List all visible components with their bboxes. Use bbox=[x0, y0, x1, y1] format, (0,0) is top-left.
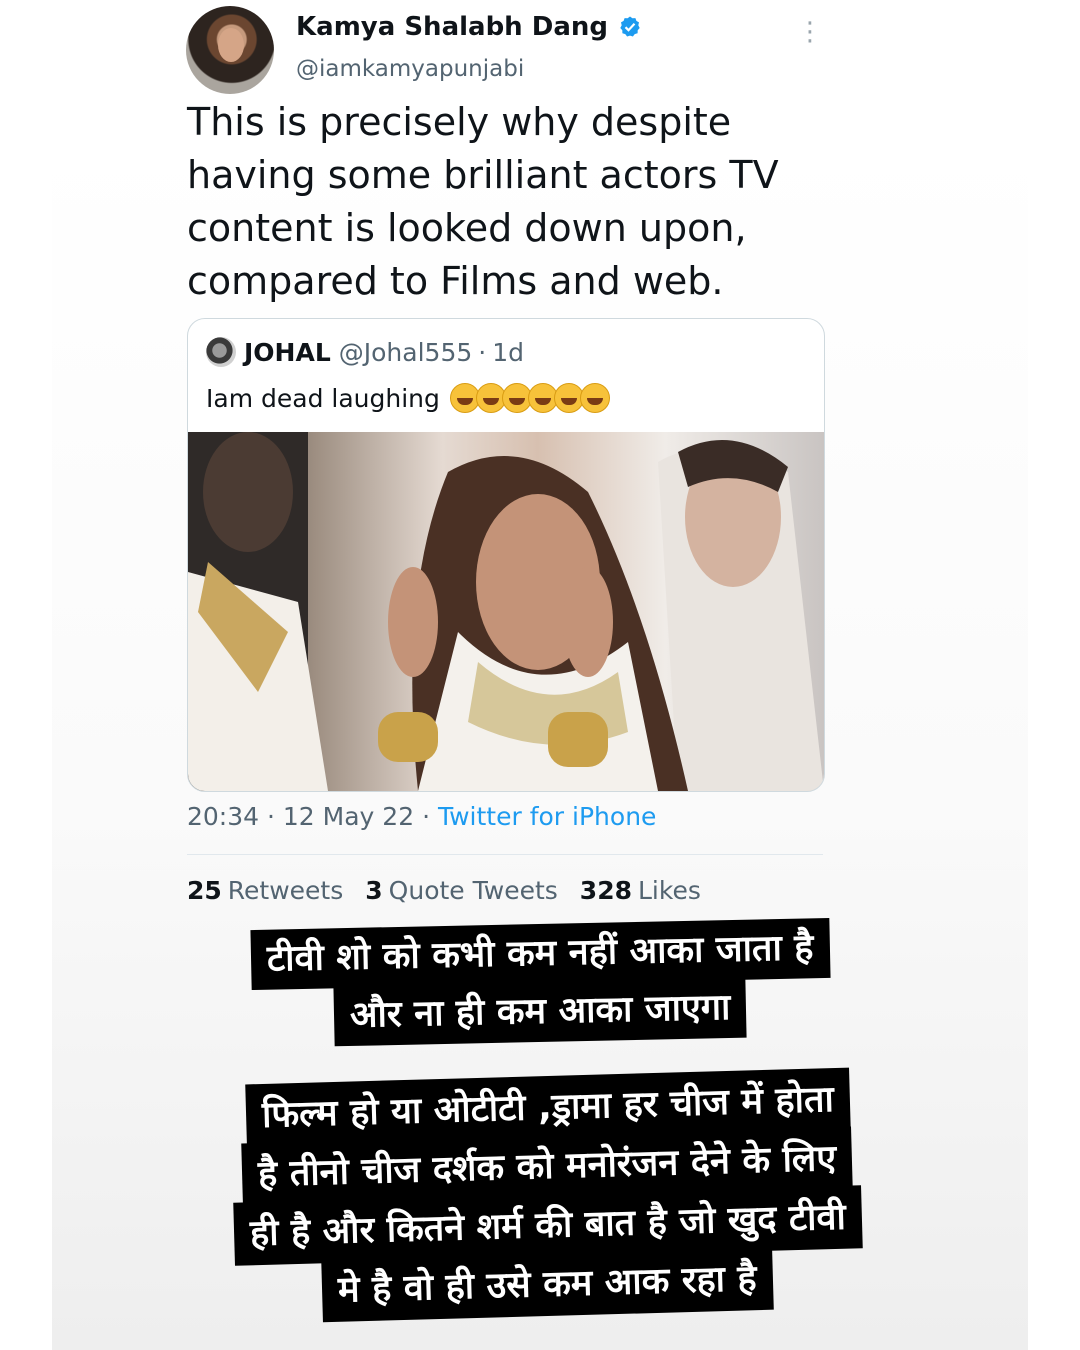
quote-tweets-stat[interactable]: 3 Quote Tweets bbox=[365, 876, 558, 905]
author-handle[interactable]: @iamkamyapunjabi bbox=[296, 56, 524, 82]
tweet-text-line: content is looked down upon, bbox=[187, 206, 747, 250]
tweet-stats: 25 Retweets 3 Quote Tweets 328 Likes bbox=[187, 876, 701, 905]
author-name[interactable]: Kamya Shalabh Dang bbox=[296, 12, 608, 42]
retweets-label: Retweets bbox=[227, 876, 344, 905]
tweet-text-line: compared to Films and web. bbox=[187, 259, 724, 303]
caption-block-first: टीवी शो को कभी कम नहीं आका जाता है और ना… bbox=[193, 917, 888, 1047]
retweets-count: 25 bbox=[187, 876, 222, 905]
tweet-time[interactable]: 20:34 bbox=[187, 802, 259, 831]
quoted-tweet[interactable]: JOHAL @Johal555 · 1d Iam dead laughing bbox=[187, 318, 825, 792]
laughing-emoji-group bbox=[449, 383, 610, 413]
quoted-tweet-age: 1d bbox=[492, 337, 524, 367]
quoted-author-name: JOHAL bbox=[244, 337, 331, 367]
tweet-date[interactable]: 12 May 22 bbox=[283, 802, 414, 831]
retweets-stat[interactable]: 25 Retweets bbox=[187, 876, 343, 905]
caption-line: मे है वो ही उसे कम आक रहा है bbox=[321, 1246, 774, 1323]
quoted-tweet-text: Iam dead laughing bbox=[206, 383, 440, 413]
quoted-author-handle: @Johal555 bbox=[338, 337, 473, 367]
separator-dot: · bbox=[267, 802, 283, 831]
tweet-text-line: having some brilliant actors TV bbox=[187, 153, 779, 197]
quoted-tweet-header: JOHAL @Johal555 · 1d bbox=[206, 337, 524, 367]
separator-dot: · bbox=[422, 802, 438, 831]
likes-label: Likes bbox=[637, 876, 701, 905]
caption-block-second: फिल्म हो या ओटीटी ,ड्रामा हर चीज में होत… bbox=[175, 1067, 920, 1323]
likes-count: 328 bbox=[579, 876, 632, 905]
quoted-tweet-text-line: Iam dead laughing bbox=[206, 383, 610, 413]
tweet-timestamp-line: 20:34 · 12 May 22 · Twitter for iPhone bbox=[187, 802, 656, 831]
tweet-source-link[interactable]: Twitter for iPhone bbox=[438, 802, 656, 831]
caption-line: और ना ही कम आका जाएगा bbox=[333, 977, 748, 1047]
laughing-emoji-icon bbox=[579, 383, 610, 413]
quote-tweets-label: Quote Tweets bbox=[388, 876, 558, 905]
likes-stat[interactable]: 328 Likes bbox=[580, 876, 701, 905]
tweet-text: This is precisely why despite having som… bbox=[187, 96, 827, 308]
tweet-card: Kamya Shalabh Dang @iamkamyapunjabi ⋮ Th… bbox=[0, 0, 1080, 920]
verified-badge-icon bbox=[620, 16, 640, 37]
tweet-text-line: This is precisely why despite bbox=[187, 100, 732, 144]
more-options-icon[interactable]: ⋮ bbox=[796, 18, 824, 46]
quoted-tweet-media-image[interactable] bbox=[188, 432, 824, 791]
separator-dot: · bbox=[478, 337, 487, 367]
author-name-line[interactable]: Kamya Shalabh Dang bbox=[296, 12, 642, 42]
divider bbox=[187, 854, 823, 855]
quoted-author-avatar bbox=[206, 337, 236, 367]
author-avatar[interactable] bbox=[186, 6, 274, 94]
quote-tweets-count: 3 bbox=[365, 876, 383, 905]
